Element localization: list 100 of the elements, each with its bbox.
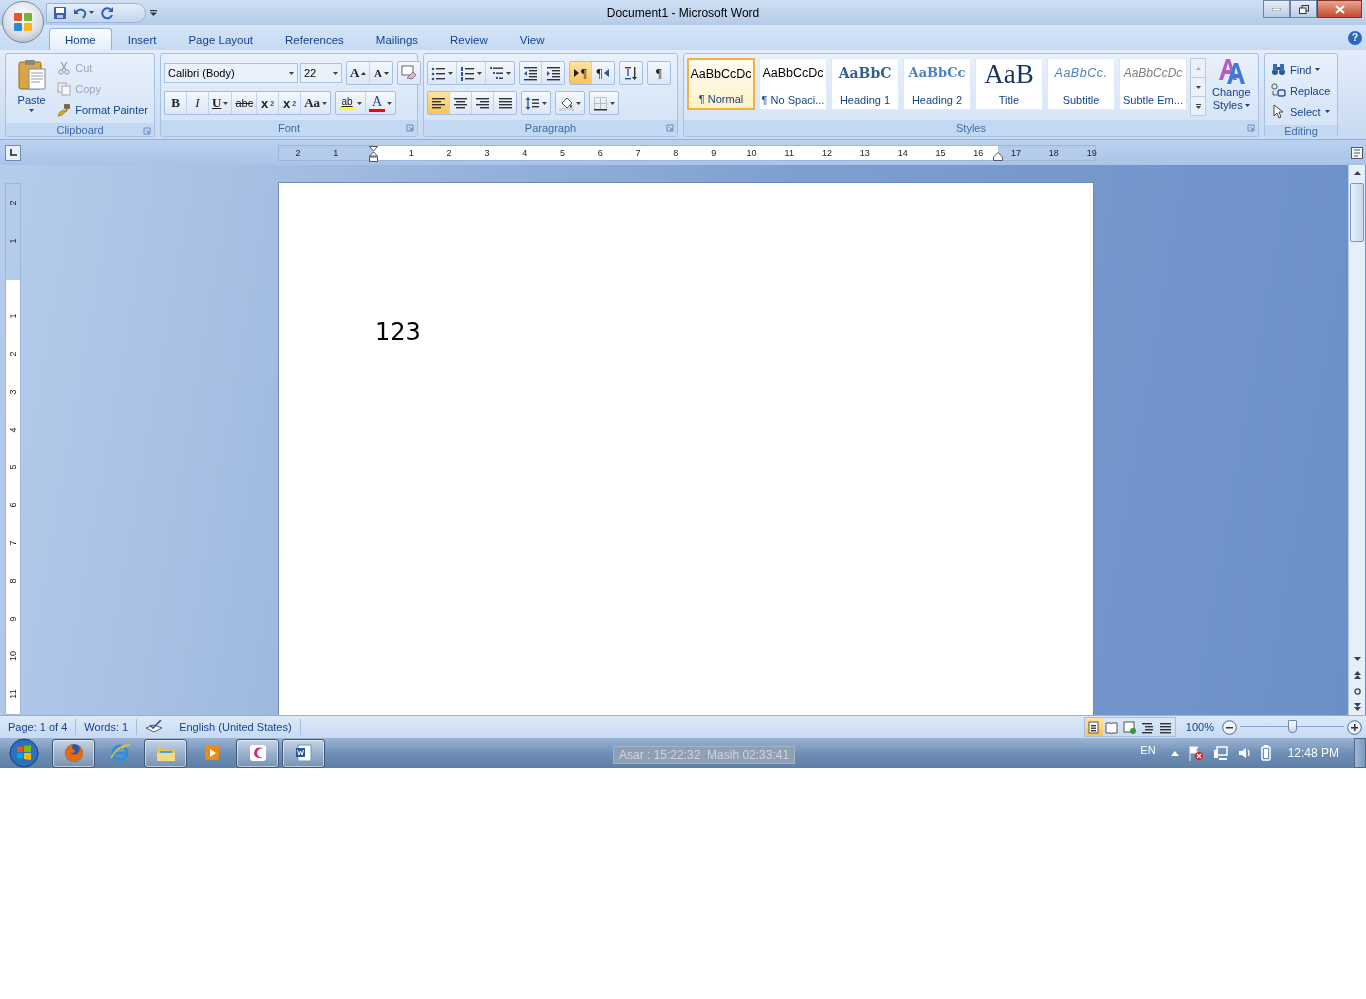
select-button[interactable]: Select: [1268, 101, 1334, 122]
caret-icon: [387, 101, 393, 105]
font-color-button[interactable]: A: [366, 92, 396, 114]
italic-button[interactable]: I: [187, 92, 209, 114]
ribbon-tab[interactable]: Review: [434, 28, 504, 50]
office-button[interactable]: [2, 1, 44, 43]
tab-stop-button[interactable]: [5, 144, 21, 161]
marks-button[interactable]: ¶: [648, 62, 670, 84]
style-preset[interactable]: AaBbCcDc Subtle Em...: [1119, 58, 1187, 110]
caret-down-icon: [1195, 85, 1201, 89]
justify-icon: [497, 95, 513, 111]
style-preset[interactable]: AaB Title: [975, 58, 1043, 110]
paste-button[interactable]: Paste: [9, 57, 55, 120]
ruler-number: 1: [408, 146, 414, 160]
ruler-number: 3: [484, 146, 490, 160]
bold-button[interactable]: B: [165, 92, 187, 114]
rtl-button[interactable]: ¶: [592, 62, 614, 84]
ruler-number: 1: [8, 313, 18, 319]
network-icon: [1212, 745, 1229, 761]
ruler-number: 7: [8, 540, 18, 546]
language-text[interactable]: English (United States): [179, 721, 292, 733]
style-preset[interactable]: AaBbC Heading 1: [831, 58, 899, 110]
style-preset[interactable]: AaBbCc Heading 2: [903, 58, 971, 110]
save-button[interactable]: [53, 5, 67, 20]
taskbar-app-button[interactable]: [144, 738, 187, 768]
ruler-number: 6: [597, 146, 603, 160]
slider-thumb[interactable]: [1288, 720, 1297, 733]
taskbar-app-button[interactable]: [236, 738, 279, 768]
zoom-out-button[interactable]: [1222, 719, 1237, 735]
multilevel-list-icon: [489, 65, 504, 81]
status-text[interactable]: Page: 1 of 4: [8, 721, 68, 733]
ruler-number: 17: [1011, 146, 1022, 160]
ruler-number: 2: [295, 146, 301, 160]
highlight-button[interactable]: ab: [336, 92, 367, 114]
sup-button[interactable]: x$^{2}$: [279, 92, 302, 114]
group-label: Editing: [1265, 125, 1337, 137]
caret-icon: [357, 101, 363, 105]
web-layout-icon: [1123, 720, 1137, 734]
proofing-button[interactable]: [145, 720, 164, 734]
right-indent-marker[interactable]: [993, 151, 1003, 161]
style-preset[interactable]: AaBbCcDc ¶ Normal: [687, 58, 755, 110]
help-button[interactable]: ?: [1348, 30, 1362, 45]
ltr-button[interactable]: ¶: [570, 62, 592, 84]
decrease-indent-icon: [523, 65, 538, 81]
zoom-in-button[interactable]: [1347, 719, 1362, 735]
expand-icon: [1195, 103, 1201, 109]
ruler-number: 18: [1048, 146, 1059, 160]
font-size-field[interactable]: 22: [300, 63, 342, 83]
shrink-font-button[interactable]: A: [370, 62, 393, 84]
ruler-number: 16: [973, 146, 984, 160]
scroll-thumb[interactable]: [1350, 183, 1364, 242]
customize-toolbar-button[interactable]: [150, 9, 157, 16]
print-view-button[interactable]: [1084, 718, 1103, 736]
redo-icon: [100, 5, 114, 20]
strike-button[interactable]: abc: [232, 92, 258, 114]
ribbon-tab[interactable]: References: [269, 28, 360, 50]
maximize-button[interactable]: [1290, 0, 1317, 18]
format-painter-button[interactable]: Format Painter: [54, 99, 151, 120]
status-text[interactable]: Words: 1: [84, 721, 129, 733]
ribbon-tab[interactable]: Home: [49, 28, 112, 50]
taskbar-app-button[interactable]: [282, 738, 325, 768]
web-view-button[interactable]: [1120, 718, 1139, 736]
redo-button[interactable]: [100, 5, 114, 20]
change-styles-button[interactable]: Change Styles: [1208, 54, 1255, 120]
numbering-icon: [460, 65, 475, 81]
battery-icon: [1260, 745, 1271, 761]
grow-font-button[interactable]: A: [347, 62, 371, 84]
view-ruler-button[interactable]: [1351, 146, 1363, 159]
flag-error-icon: [1187, 745, 1204, 761]
ribbon-tab[interactable]: View: [503, 28, 561, 50]
book-check-icon: [145, 720, 164, 734]
close-button[interactable]: [1317, 0, 1362, 18]
minimize-icon: [1272, 7, 1281, 11]
ruler-number: 3: [8, 389, 18, 395]
style-preset[interactable]: AaBbCcDc ¶ No Spaci...: [759, 58, 827, 110]
cursor-arrow-icon: [1271, 104, 1286, 119]
ruler-number: 9: [711, 146, 717, 160]
ribbon-tab[interactable]: Insert: [111, 28, 173, 50]
indent-marker[interactable]: [369, 145, 378, 162]
taskbar-app-button[interactable]: [52, 738, 95, 768]
group-label: Paragraph: [424, 120, 677, 136]
find-button[interactable]: Find: [1268, 59, 1334, 80]
ruler-number: 8: [8, 578, 18, 584]
print-layout-icon: [1087, 720, 1101, 734]
font-family-field[interactable]: Calibri (Body): [164, 63, 298, 83]
plus-icon: [1347, 719, 1362, 735]
left-button[interactable]: [428, 92, 450, 114]
ribbon-tab[interactable]: Page Layout: [172, 28, 270, 50]
style-preset[interactable]: AaBbCc. Subtitle: [1047, 58, 1115, 110]
zoom-level[interactable]: 100%: [1175, 721, 1222, 733]
ruler-number: 7: [635, 146, 641, 160]
ribbon-tab[interactable]: Mailings: [359, 28, 435, 50]
bullets-icon: [431, 65, 446, 81]
ruler-number: 10: [746, 146, 757, 160]
replace-button[interactable]: Replace: [1268, 80, 1334, 101]
ruler-number: 19: [1086, 146, 1097, 160]
case-button[interactable]: Aa: [301, 92, 331, 114]
borders-icon: [593, 95, 608, 111]
zoom-slider[interactable]: [1240, 719, 1344, 735]
underline-button[interactable]: U: [209, 92, 233, 114]
